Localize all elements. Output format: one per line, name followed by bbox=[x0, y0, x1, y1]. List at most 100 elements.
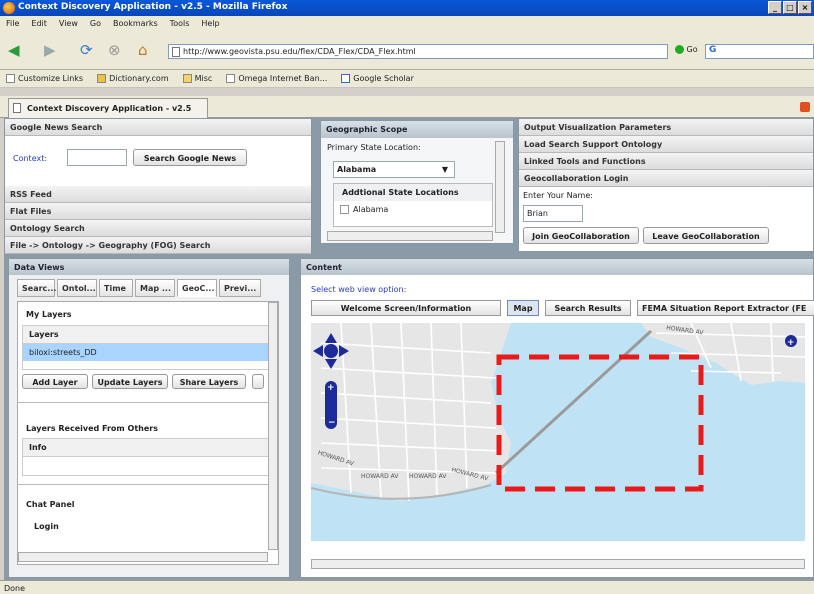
table-row[interactable]: biloxi:streets_DD bbox=[23, 344, 273, 361]
minimize-button[interactable]: _ bbox=[768, 1, 782, 14]
menu-go[interactable]: Go bbox=[90, 19, 101, 29]
menu-edit[interactable]: Edit bbox=[31, 19, 47, 29]
leave-geocollaboration-button[interactable]: Leave GeoCollaboration bbox=[643, 227, 769, 244]
context-input[interactable] bbox=[67, 149, 127, 166]
data-views-scrollbar-horizontal[interactable] bbox=[18, 552, 268, 562]
data-views-scrollbar-vertical[interactable] bbox=[268, 302, 278, 550]
close-button[interactable]: × bbox=[798, 1, 812, 14]
name-input[interactable]: Brian bbox=[523, 205, 583, 222]
go-icon bbox=[675, 45, 684, 54]
tab-time[interactable]: Time bbox=[99, 279, 133, 297]
bookmarks-toolbar: Customize Links Dictionary.com Misc Omeg… bbox=[0, 70, 814, 88]
bookmark-label: Customize Links bbox=[18, 74, 84, 83]
primary-state-label: Primary State Location: bbox=[327, 143, 421, 152]
tab-search-results[interactable]: Search Results bbox=[545, 300, 631, 316]
chat-panel-title: Chat Panel bbox=[26, 500, 75, 509]
home-icon[interactable]: ⌂ bbox=[138, 41, 148, 59]
data-views-header: Data Views bbox=[9, 259, 289, 275]
tab-map[interactable]: Map ... bbox=[135, 279, 175, 297]
stop-icon[interactable]: ⊗ bbox=[108, 41, 121, 59]
browser-tab-bar: Context Discovery Application - v2.5 bbox=[0, 96, 814, 118]
update-layers-button[interactable]: Update Layers bbox=[92, 374, 168, 389]
content-scrollbar-horizontal[interactable] bbox=[311, 559, 805, 569]
menu-view[interactable]: View bbox=[59, 19, 78, 29]
google-icon: G bbox=[709, 45, 717, 55]
search-google-news-button[interactable]: Search Google News bbox=[133, 149, 247, 166]
bookmark-omega[interactable]: Omega Internet Ban... bbox=[226, 74, 327, 83]
additional-states-list: Addtional State Locations Alabama bbox=[333, 183, 493, 227]
tab-fema-extractor[interactable]: FEMA Situation Report Extractor (FE bbox=[637, 300, 814, 316]
menu-bar: File Edit View Go Bookmarks Tools Help bbox=[0, 16, 814, 32]
add-layer-button[interactable]: Add Layer bbox=[22, 374, 88, 389]
tab-preview[interactable]: Previ... bbox=[219, 279, 261, 297]
divider bbox=[18, 484, 276, 485]
map-canvas: + − + bbox=[311, 323, 805, 541]
flex-app: Google News Search Context: Search Googl… bbox=[4, 118, 814, 580]
share-layers-button[interactable]: Share Layers bbox=[172, 374, 246, 389]
window-controls: _ □ × bbox=[768, 1, 812, 14]
bookmark-label: Google Scholar bbox=[353, 74, 414, 83]
bookmark-label: Dictionary.com bbox=[109, 74, 169, 83]
table-row-empty bbox=[23, 361, 273, 369]
bookmark-misc[interactable]: Misc bbox=[182, 74, 213, 83]
content-header: Content bbox=[301, 259, 813, 275]
tab-geocollaboration[interactable]: GeoC... bbox=[177, 279, 217, 297]
google-icon bbox=[341, 74, 351, 83]
tab-ontology[interactable]: Ontol... bbox=[57, 279, 97, 297]
linked-tools-header[interactable]: Linked Tools and Functions bbox=[519, 153, 813, 170]
page-icon bbox=[226, 74, 236, 83]
go-button[interactable]: Go bbox=[675, 45, 698, 54]
search-accordion: Google News Search Context: Search Googl… bbox=[4, 118, 312, 254]
menu-bookmarks[interactable]: Bookmarks bbox=[113, 19, 158, 29]
svg-text:+: + bbox=[787, 338, 795, 348]
menu-tools[interactable]: Tools bbox=[170, 19, 190, 29]
tab-map-view[interactable]: Map bbox=[507, 300, 539, 316]
flat-files-header[interactable]: Flat Files bbox=[5, 203, 311, 220]
content-panel: Content Select web view option: Welcome … bbox=[300, 258, 814, 578]
map-view[interactable]: + − + HOWARD AV HOWARD AV HOWARD AV HOWARD… bbox=[311, 323, 805, 541]
output-visualization-header[interactable]: Output Visualization Parameters bbox=[519, 119, 813, 136]
bookmark-dictionary[interactable]: Dictionary.com bbox=[97, 74, 169, 83]
bookmark-google-scholar[interactable]: Google Scholar bbox=[341, 74, 414, 83]
svg-text:+: + bbox=[327, 383, 335, 393]
fog-search-header[interactable]: File -> Ontology -> Geography (FOG) Sear… bbox=[5, 237, 311, 254]
url-field[interactable]: http://www.geovista.psu.edu/flex/CDA_Fle… bbox=[168, 44, 668, 59]
geoc-tab-content: My Layers Layers biloxi:streets_DD Add L… bbox=[17, 301, 279, 565]
google-news-header[interactable]: Google News Search bbox=[5, 119, 311, 136]
load-ontology-header[interactable]: Load Search Support Ontology bbox=[519, 136, 813, 153]
checkbox[interactable] bbox=[340, 205, 349, 214]
page-icon bbox=[6, 74, 15, 83]
my-layers-title: My Layers bbox=[26, 310, 72, 319]
bookmark-label: Misc bbox=[194, 74, 213, 83]
go-label: Go bbox=[686, 45, 698, 54]
geo-scrollbar-vertical[interactable] bbox=[495, 141, 505, 233]
geocollaboration-login-header[interactable]: Geocollaboration Login bbox=[519, 170, 813, 187]
data-views-tabs: Searc... Ontol... Time Map ... GeoC... P… bbox=[9, 275, 289, 301]
primary-state-select[interactable]: Alabama ▼ bbox=[333, 161, 455, 178]
forward-arrow-icon[interactable]: ▶ bbox=[44, 41, 56, 59]
tab-title: Context Discovery Application - v2.5 bbox=[27, 104, 192, 113]
search-field[interactable]: G bbox=[705, 44, 814, 59]
maximize-button[interactable]: □ bbox=[783, 1, 797, 14]
folder-icon bbox=[182, 74, 192, 83]
bookmark-customize-links[interactable]: Customize Links bbox=[6, 74, 83, 83]
status-bar: Done bbox=[0, 580, 814, 594]
ontology-search-header[interactable]: Ontology Search bbox=[5, 220, 311, 237]
list-item[interactable]: Alabama bbox=[334, 201, 492, 218]
tab-welcome-screen[interactable]: Welcome Screen/Information bbox=[311, 300, 501, 316]
data-views-panel: Data Views Searc... Ontol... Time Map ..… bbox=[8, 258, 290, 578]
more-button[interactable] bbox=[252, 374, 264, 389]
reload-icon[interactable]: ⟳ bbox=[80, 41, 93, 59]
browser-tab[interactable]: Context Discovery Application - v2.5 bbox=[8, 98, 208, 118]
menu-help[interactable]: Help bbox=[201, 19, 219, 29]
bookmark-label: Omega Internet Ban... bbox=[238, 74, 328, 83]
login-label: Login bbox=[34, 522, 59, 531]
tab-close-icon[interactable] bbox=[800, 102, 810, 112]
geo-scrollbar-horizontal[interactable] bbox=[327, 231, 493, 241]
menu-file[interactable]: File bbox=[6, 19, 19, 29]
tab-search[interactable]: Searc... bbox=[17, 279, 56, 297]
back-arrow-icon[interactable]: ◀ bbox=[8, 41, 20, 59]
rss-feed-header[interactable]: RSS Feed bbox=[5, 186, 311, 203]
primary-state-value: Alabama bbox=[337, 165, 377, 174]
join-geocollaboration-button[interactable]: Join GeoCollaboration bbox=[523, 227, 639, 244]
